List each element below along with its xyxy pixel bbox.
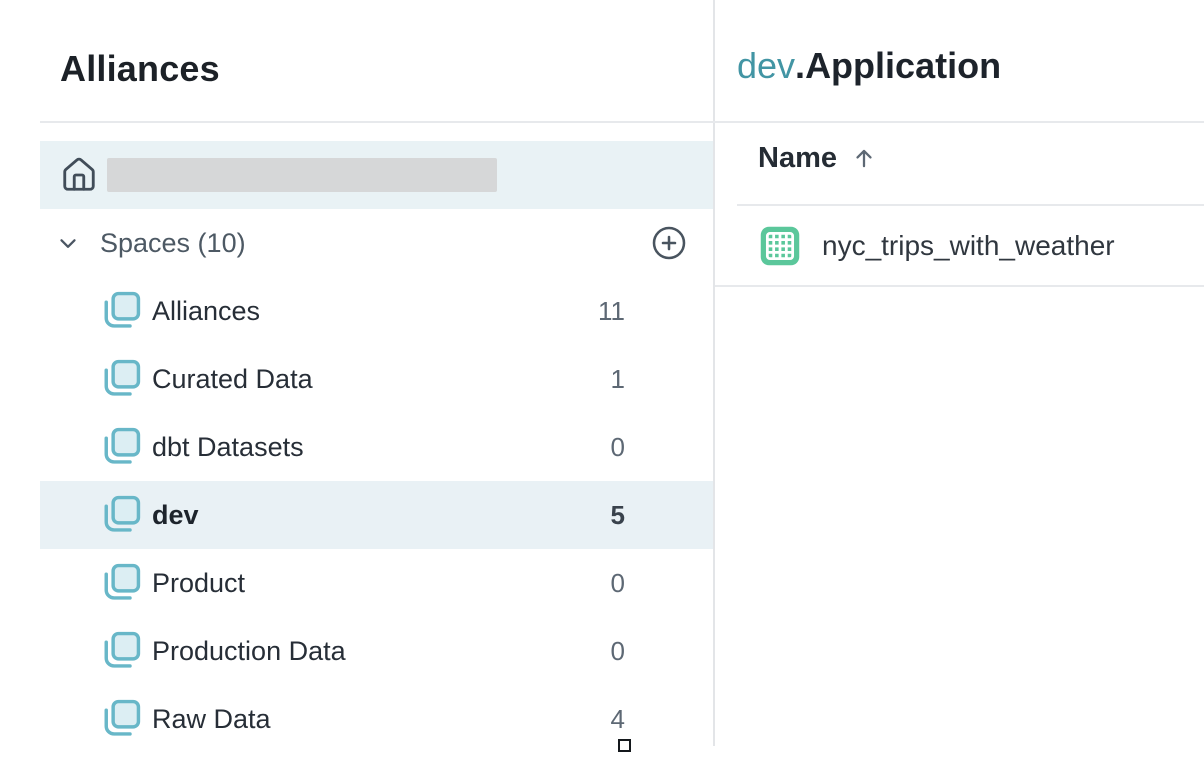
space-name: Raw Data — [152, 704, 271, 735]
chevron-down-icon[interactable] — [55, 230, 81, 256]
sidebar-item-space[interactable]: Production Data 0 — [40, 617, 713, 685]
sidebar: Alliances Spaces (10) — [0, 0, 713, 770]
home-icon — [60, 156, 98, 194]
sidebar-item-space[interactable]: Alliances 11 — [40, 277, 713, 345]
sidebar-item-space[interactable]: Product 0 — [40, 549, 713, 617]
name-column-header[interactable]: Name — [758, 134, 877, 182]
space-icon — [98, 628, 144, 674]
spaces-section-header[interactable]: Spaces (10) — [40, 209, 713, 277]
app-window: Alliances Spaces (10) — [0, 0, 1204, 770]
spaces-section-label: Spaces (10) — [100, 228, 246, 259]
space-icon — [98, 560, 144, 606]
space-name: dev — [152, 500, 199, 531]
sidebar-item-space[interactable]: Curated Data 1 — [40, 345, 713, 413]
space-name: Product — [152, 568, 245, 599]
loading-placeholder-bar — [107, 158, 497, 192]
name-column-label: Name — [758, 142, 837, 175]
space-name: dbt Datasets — [152, 432, 304, 463]
space-count: 5 — [611, 500, 625, 531]
space-icon — [98, 288, 144, 334]
sidebar-item-space[interactable]: Raw Data 4 — [40, 685, 713, 753]
missing-glyph-box — [618, 739, 631, 752]
space-icon — [98, 492, 144, 538]
sidebar-title-divider — [40, 121, 713, 123]
space-icon — [98, 424, 144, 470]
content-header-divider — [713, 121, 1204, 123]
space-name: Alliances — [152, 296, 260, 327]
dataset-name: nyc_trips_with_weather — [822, 230, 1115, 262]
breadcrumb: dev.Application — [737, 45, 1001, 87]
sidebar-item-home[interactable] — [40, 141, 713, 209]
arrow-up-icon — [851, 145, 877, 171]
spaces-list: Alliances 11 Curated Data 1 — [40, 277, 713, 753]
dataset-row[interactable]: nyc_trips_with_weather — [715, 206, 1204, 287]
table-grid-icon — [758, 224, 802, 268]
add-space-button[interactable] — [651, 225, 687, 261]
space-count: 0 — [611, 636, 625, 667]
space-name: Curated Data — [152, 364, 313, 395]
space-count: 11 — [598, 296, 625, 327]
space-name: Production Data — [152, 636, 346, 667]
space-count: 0 — [611, 432, 625, 463]
breadcrumb-page-title: Application — [805, 45, 1001, 86]
sidebar-item-space[interactable]: dbt Datasets 0 — [40, 413, 713, 481]
space-icon — [98, 696, 144, 742]
sidebar-title: Alliances — [60, 48, 220, 90]
breadcrumb-separator: . — [795, 45, 805, 86]
dataset-list: nyc_trips_with_weather — [715, 206, 1204, 287]
space-count: 4 — [611, 704, 625, 735]
space-count: 1 — [611, 364, 625, 395]
sidebar-item-space[interactable]: dev 5 — [40, 481, 713, 549]
breadcrumb-space-link[interactable]: dev — [737, 45, 795, 86]
space-icon — [98, 356, 144, 402]
space-count: 0 — [611, 568, 625, 599]
content-panel: dev.Application Name — [715, 0, 1204, 770]
